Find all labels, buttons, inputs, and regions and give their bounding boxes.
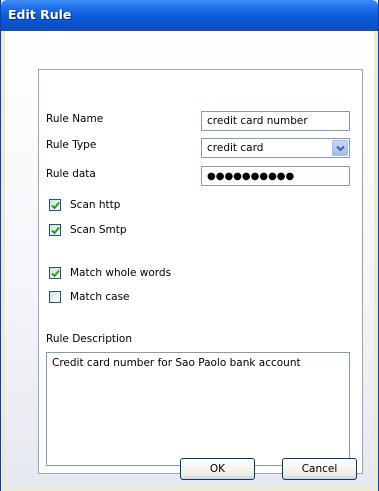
- edit-rule-dialog: Edit Rule Rule Name credit card number R…: [0, 0, 379, 491]
- rule-name-value: credit card number: [207, 115, 308, 127]
- rule-data-masked-value: ●●●●●●●●●●: [207, 171, 295, 182]
- rule-name-label: Rule Name: [46, 113, 104, 125]
- match-case-label: Match case: [70, 291, 130, 303]
- checkmark-icon: [51, 269, 60, 278]
- rule-name-input[interactable]: credit card number: [201, 111, 350, 131]
- dialog-client-area: Rule Name credit card number Rule Type c…: [5, 31, 374, 487]
- match-whole-words-checkbox[interactable]: [49, 267, 61, 279]
- dropdown-button[interactable]: [332, 140, 348, 156]
- ok-button[interactable]: OK: [180, 458, 255, 480]
- match-case-checkbox[interactable]: [49, 291, 61, 303]
- checkmark-icon: [51, 201, 60, 210]
- title-bar[interactable]: Edit Rule: [1, 0, 378, 31]
- match-whole-words-label: Match whole words: [70, 267, 172, 279]
- checkmark-icon: [51, 226, 60, 235]
- rule-description-textarea[interactable]: Credit card number for Sao Paolo bank ac…: [46, 352, 350, 466]
- rule-type-label: Rule Type: [46, 139, 97, 151]
- chevron-down-icon: [336, 145, 345, 152]
- rule-form-panel: Rule Name credit card number Rule Type c…: [38, 69, 363, 474]
- scan-http-label: Scan http: [70, 199, 121, 211]
- rule-description-label: Rule Description: [46, 333, 132, 345]
- scan-smtp-checkbox[interactable]: [49, 224, 61, 236]
- scan-http-checkbox[interactable]: [49, 199, 61, 211]
- window-title: Edit Rule: [8, 7, 72, 22]
- scan-smtp-label: Scan Smtp: [70, 224, 127, 236]
- cancel-button[interactable]: Cancel: [282, 458, 357, 480]
- rule-type-select[interactable]: credit card: [201, 138, 350, 158]
- rule-type-value: credit card: [207, 142, 264, 154]
- rule-description-value: Credit card number for Sao Paolo bank ac…: [52, 357, 301, 369]
- rule-data-password-input[interactable]: ●●●●●●●●●●: [201, 166, 350, 186]
- rule-data-label: Rule data: [46, 168, 96, 180]
